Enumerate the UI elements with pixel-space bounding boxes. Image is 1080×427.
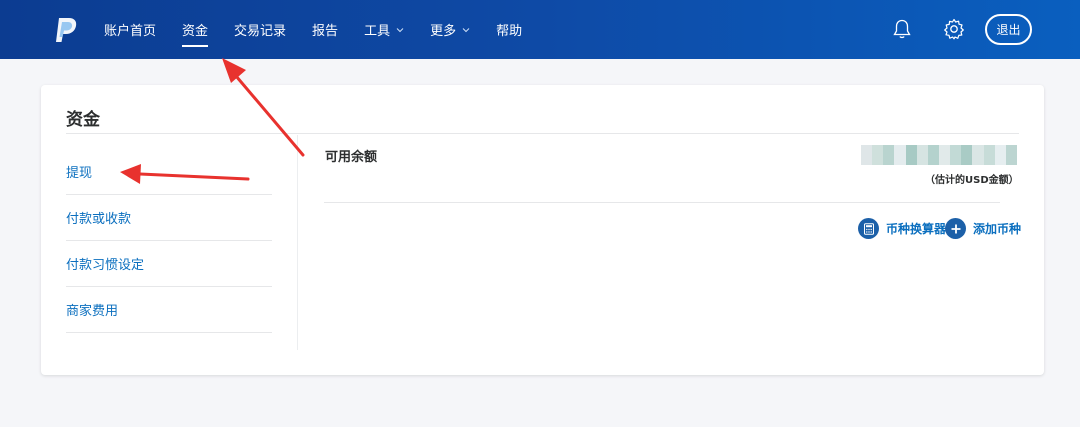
vertical-divider [297, 135, 298, 350]
sidebar-item-label: 提现 [66, 166, 93, 181]
nav-label: 报告 [312, 24, 339, 39]
top-nav-bar: 账户首页 资金 交易记录 报告 工具 更多 帮助 退出 [0, 0, 1080, 59]
nav-label: 交易记录 [234, 24, 287, 39]
logout-button[interactable]: 退出 [985, 14, 1032, 45]
sidebar-item-withdraw[interactable]: 提现 [66, 149, 272, 195]
nav-transactions[interactable]: 交易记录 [234, 0, 286, 59]
nav-label: 更多 [430, 24, 457, 39]
nav-label: 资金 [182, 24, 209, 39]
currency-converter-button[interactable]: 币种换算器 [858, 218, 946, 239]
nav-reports[interactable]: 报告 [312, 0, 338, 59]
funds-card: 资金 提现 付款或收款 付款习惯设定 商家费用 可用余额 （估计的USD金额） [41, 85, 1044, 375]
main-nav: 账户首页 资金 交易记录 报告 工具 更多 帮助 [104, 0, 548, 59]
nav-account-home[interactable]: 账户首页 [104, 0, 156, 59]
sidebar-item-merchant-fees[interactable]: 商家费用 [66, 287, 272, 333]
add-currency-button[interactable]: 添加币种 [945, 218, 1021, 239]
balance-currency-note: （估计的USD金额） [925, 175, 1019, 186]
paypal-logo-icon[interactable] [50, 15, 80, 45]
calculator-icon [858, 218, 879, 239]
sidebar-item-label: 商家费用 [66, 304, 119, 319]
page-title: 资金 [66, 110, 100, 130]
sidebar-item-label: 付款习惯设定 [66, 258, 145, 273]
funds-sidebar: 提现 付款或收款 付款习惯设定 商家费用 [66, 149, 272, 333]
nav-funds[interactable]: 资金 [182, 0, 209, 59]
sidebar-item-payment-preferences[interactable]: 付款习惯设定 [66, 241, 272, 287]
action-label: 币种换算器 [886, 222, 947, 236]
nav-more[interactable]: 更多 [430, 0, 470, 59]
nav-label: 工具 [364, 24, 391, 39]
sidebar-item-pay-or-receive[interactable]: 付款或收款 [66, 195, 272, 241]
sidebar-item-label: 付款或收款 [66, 212, 132, 227]
nav-label: 帮助 [496, 24, 523, 39]
nav-tools[interactable]: 工具 [364, 0, 404, 59]
chevron-down-icon [462, 27, 470, 32]
balance-divider [324, 202, 1000, 203]
action-label: 添加币种 [973, 222, 1022, 236]
nav-help[interactable]: 帮助 [496, 0, 522, 59]
bell-icon[interactable] [890, 17, 914, 41]
nav-label: 账户首页 [104, 24, 157, 39]
plus-icon [945, 218, 966, 239]
gear-icon[interactable] [942, 17, 966, 41]
available-balance-label: 可用余额 [325, 150, 378, 165]
chevron-down-icon [396, 27, 404, 32]
title-divider [66, 133, 1019, 134]
balance-amount-redacted [861, 145, 1017, 165]
